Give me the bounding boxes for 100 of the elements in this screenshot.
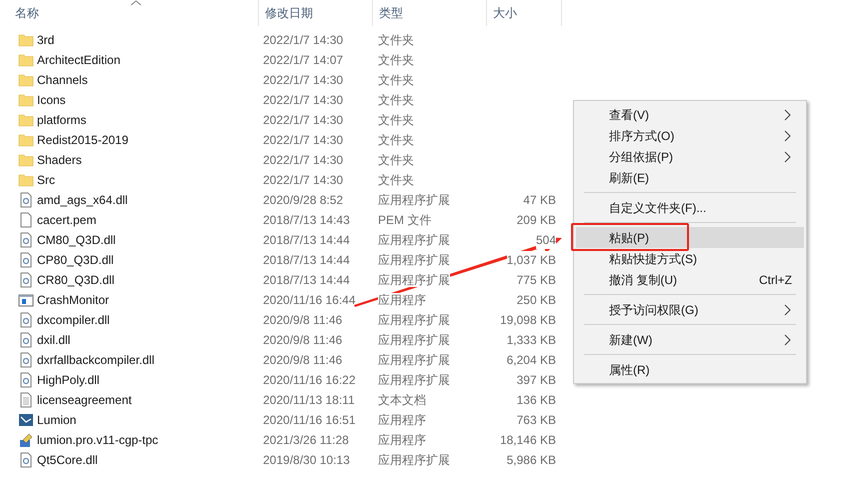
file-name[interactable]: licenseagreement	[37, 391, 132, 409]
file-name[interactable]: Icons	[37, 91, 66, 109]
text-file-icon	[18, 392, 34, 408]
menu-label: 撤消 复制(U)	[609, 272, 678, 288]
file-type: 应用程序扩展	[378, 313, 450, 327]
menu-label: 粘贴(P)	[609, 230, 650, 246]
file-icon	[18, 212, 34, 228]
modified-date: 2020/9/28 8:52	[262, 192, 344, 209]
menu-item[interactable]: 查看(V)	[576, 104, 804, 125]
folder-icon	[18, 112, 34, 128]
menu-label: 自定义文件夹(F)...	[609, 200, 708, 216]
file-name[interactable]: Src	[37, 171, 55, 189]
file-type: 应用程序扩展	[378, 333, 450, 347]
file-type: 文件夹	[378, 133, 414, 147]
column-header[interactable]: 类型	[379, 4, 403, 22]
modified-date: 2022/1/7 14:30	[262, 112, 344, 129]
modified-date: 2020/9/8 11:46	[262, 332, 344, 349]
installer-icon	[18, 432, 34, 448]
modified-date: 2022/1/7 14:30	[262, 32, 344, 49]
modified-date: 2020/11/16 16:22	[262, 372, 357, 389]
modified-date: 2022/1/7 14:30	[262, 92, 344, 109]
file-name[interactable]: dxil.dll	[37, 331, 70, 349]
file-name[interactable]: 3rd	[37, 31, 54, 49]
file-type: 应用程序	[378, 413, 426, 427]
modified-date: 2020/11/16 16:51	[262, 412, 357, 429]
file-type: 应用程序	[378, 293, 426, 307]
file-name[interactable]: amd_ags_x64.dll	[37, 191, 128, 209]
chevron-right-icon	[784, 334, 792, 346]
file-name[interactable]: CM80_Q3D.dll	[37, 231, 116, 249]
folder-icon	[18, 152, 34, 168]
shortcut-label: Ctrl+Z	[759, 272, 792, 288]
file-name[interactable]: HighPoly.dll	[37, 371, 100, 389]
menu-item[interactable]: 撤消 复制(U) Ctrl+Z	[576, 269, 804, 290]
column-header[interactable]: 修改日期	[265, 4, 313, 22]
chevron-right-icon	[784, 150, 792, 162]
file-type: 应用程序扩展	[378, 373, 450, 387]
menu-label: 属性(R)	[609, 362, 651, 378]
file-type: 应用程序扩展	[378, 193, 450, 207]
file-type: 文件夹	[378, 113, 414, 127]
window-icon	[18, 292, 34, 308]
file-type: 文件夹	[378, 173, 414, 187]
modified-date: 2022/1/7 14:30	[262, 172, 344, 189]
modified-date: 2022/1/7 14:30	[262, 152, 344, 169]
modified-date: 2020/9/8 11:46	[262, 352, 344, 369]
file-type: 文件夹	[378, 33, 414, 47]
file-type: 应用程序扩展	[378, 453, 450, 467]
file-type: 文件夹	[378, 53, 414, 67]
menu-item[interactable]: 新建(W)	[576, 329, 804, 350]
menu-item[interactable]: 排序方式(O)	[576, 125, 804, 146]
file-name[interactable]: CR80_Q3D.dll	[37, 271, 114, 289]
folder-icon	[18, 172, 34, 188]
modified-date: 2019/8/30 10:13	[262, 452, 351, 469]
file-name[interactable]: dxrfallbackcompiler.dll	[37, 351, 154, 369]
chevron-right-icon	[784, 108, 792, 120]
menu-item[interactable]: 授予访问权限(G)	[576, 299, 804, 320]
menu-item[interactable]: 属性(R)	[576, 359, 804, 380]
menu-label: 刷新(E)	[609, 170, 650, 186]
modified-date: 2020/9/8 11:46	[262, 312, 344, 329]
folder-icon	[18, 72, 34, 88]
file-name[interactable]: Channels	[37, 71, 88, 89]
chevron-right-icon	[784, 130, 792, 142]
folder-icon	[18, 132, 34, 148]
menu-label: 分组依据(P)	[609, 148, 674, 166]
menu-item[interactable]: 分组依据(P)	[576, 146, 804, 167]
modified-date: 2018/7/13 14:44	[262, 232, 351, 249]
menu-label: 粘贴快捷方式(S)	[609, 250, 698, 268]
column-header[interactable]: 大小	[493, 4, 517, 22]
menu-item[interactable]: 粘贴快捷方式(S)	[576, 248, 804, 269]
file-name[interactable]: cacert.pem	[37, 211, 96, 229]
modified-date: 2020/11/13 18:11	[262, 392, 356, 409]
folder-icon	[18, 52, 34, 68]
app-icon	[18, 412, 34, 428]
file-type: 文件夹	[378, 153, 414, 167]
modified-date: 2022/1/7 14:30	[262, 132, 344, 149]
file-name[interactable]: ArchitectEdition	[37, 51, 120, 69]
file-type: 文件夹	[378, 93, 414, 107]
modified-date: 2018/7/13 14:43	[262, 212, 351, 229]
file-name[interactable]: platforms	[37, 111, 86, 129]
file-type: 文本文档	[378, 393, 426, 407]
file-type: 应用程序	[378, 433, 426, 447]
modified-date: 2022/1/7 14:07	[262, 52, 344, 69]
file-name[interactable]: Redist2015-2019	[37, 131, 128, 149]
modified-date: 2018/7/13 14:44	[262, 252, 351, 269]
file-type: PEM 文件	[378, 213, 432, 227]
modified-date: 2020/11/16 16:44	[262, 292, 357, 309]
file-name[interactable]: Shaders	[37, 151, 82, 169]
sort-caret-icon	[130, 0, 142, 6]
file-name[interactable]: CrashMonitor	[37, 291, 110, 309]
column-header[interactable]: 名称	[15, 4, 39, 22]
chevron-right-icon	[784, 304, 792, 316]
file-name[interactable]: lumion.pro.v11-cgp-tpc	[37, 431, 158, 449]
file-name[interactable]: dxcompiler.dll	[37, 311, 110, 329]
file-name[interactable]: Lumion	[37, 411, 76, 429]
menu-item[interactable]: 刷新(E)	[576, 167, 804, 188]
modified-date: 2022/1/7 14:30	[262, 72, 344, 89]
folder-icon	[18, 92, 34, 108]
menu-item[interactable]: 自定义文件夹(F)...	[576, 197, 804, 218]
file-name[interactable]: CP80_Q3D.dll	[37, 251, 114, 269]
file-type: 应用程序扩展	[378, 353, 450, 367]
file-name[interactable]: Qt5Core.dll	[37, 451, 98, 469]
